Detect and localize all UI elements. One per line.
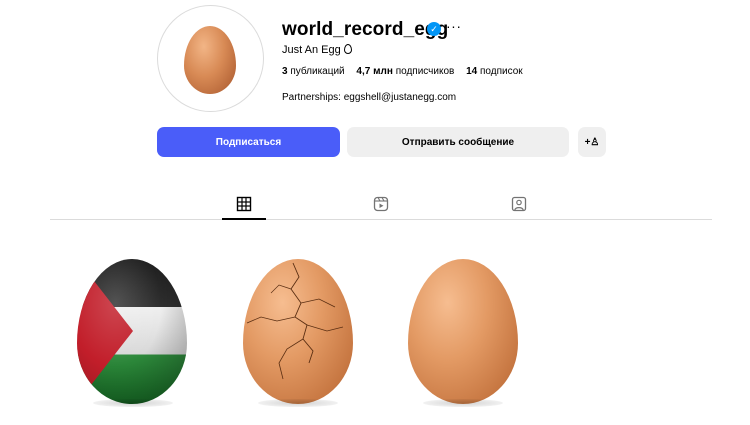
following-count: 14 (466, 66, 478, 77)
post-tile[interactable] (53, 253, 213, 413)
reels-icon (373, 196, 389, 212)
tabs-divider (50, 219, 712, 220)
followers-label: подписчиков (395, 66, 455, 77)
following-stat[interactable]: 14 подписок (466, 66, 523, 77)
followers-stat[interactable]: 4,7 млн подписчиков (356, 66, 454, 77)
egg-plain-image (408, 259, 518, 404)
more-options-icon[interactable]: ··· (446, 18, 462, 34)
egg-shadow (258, 399, 338, 407)
posts-count: 3 (282, 66, 288, 77)
tab-tagged[interactable] (511, 196, 527, 212)
profile-stats: 3 публикаций 4,7 млн подписчиков 14 подп… (282, 66, 532, 77)
egg-cracked-image (243, 259, 353, 404)
egg-avatar-image (184, 26, 236, 94)
profile-avatar[interactable] (157, 5, 264, 112)
active-tab-indicator (222, 218, 266, 220)
egg-shading (77, 259, 187, 404)
egg-shadow (93, 399, 173, 407)
profile-username: world_record_egg (282, 19, 449, 40)
verified-badge-icon: ✓ (427, 22, 441, 36)
follow-button[interactable]: Подписаться (157, 127, 340, 157)
posts-stat: 3 публикаций (282, 66, 345, 77)
followers-count: 4,7 млн (356, 66, 393, 77)
full-name-text: Just An Egg (282, 44, 341, 56)
add-user-button[interactable]: +♙ (578, 127, 606, 157)
posts-label: публикаций (290, 66, 345, 77)
profile-full-name: Just An Egg (282, 44, 352, 56)
tab-posts[interactable] (236, 196, 252, 212)
tagged-icon (511, 196, 527, 212)
crack-lines (246, 262, 344, 380)
following-label: подписок (480, 66, 523, 77)
grid-icon (236, 196, 252, 212)
post-tile[interactable] (218, 253, 378, 413)
send-message-button[interactable]: Отправить сообщение (347, 127, 569, 157)
egg-emoji-icon (343, 44, 352, 54)
profile-bio-partnerships: Partnerships: eggshell@justanegg.com (282, 92, 457, 103)
tab-reels[interactable] (373, 196, 389, 212)
post-tile[interactable] (383, 253, 543, 413)
egg-shadow (423, 399, 503, 407)
egg-palestine-flag-image (77, 259, 187, 404)
